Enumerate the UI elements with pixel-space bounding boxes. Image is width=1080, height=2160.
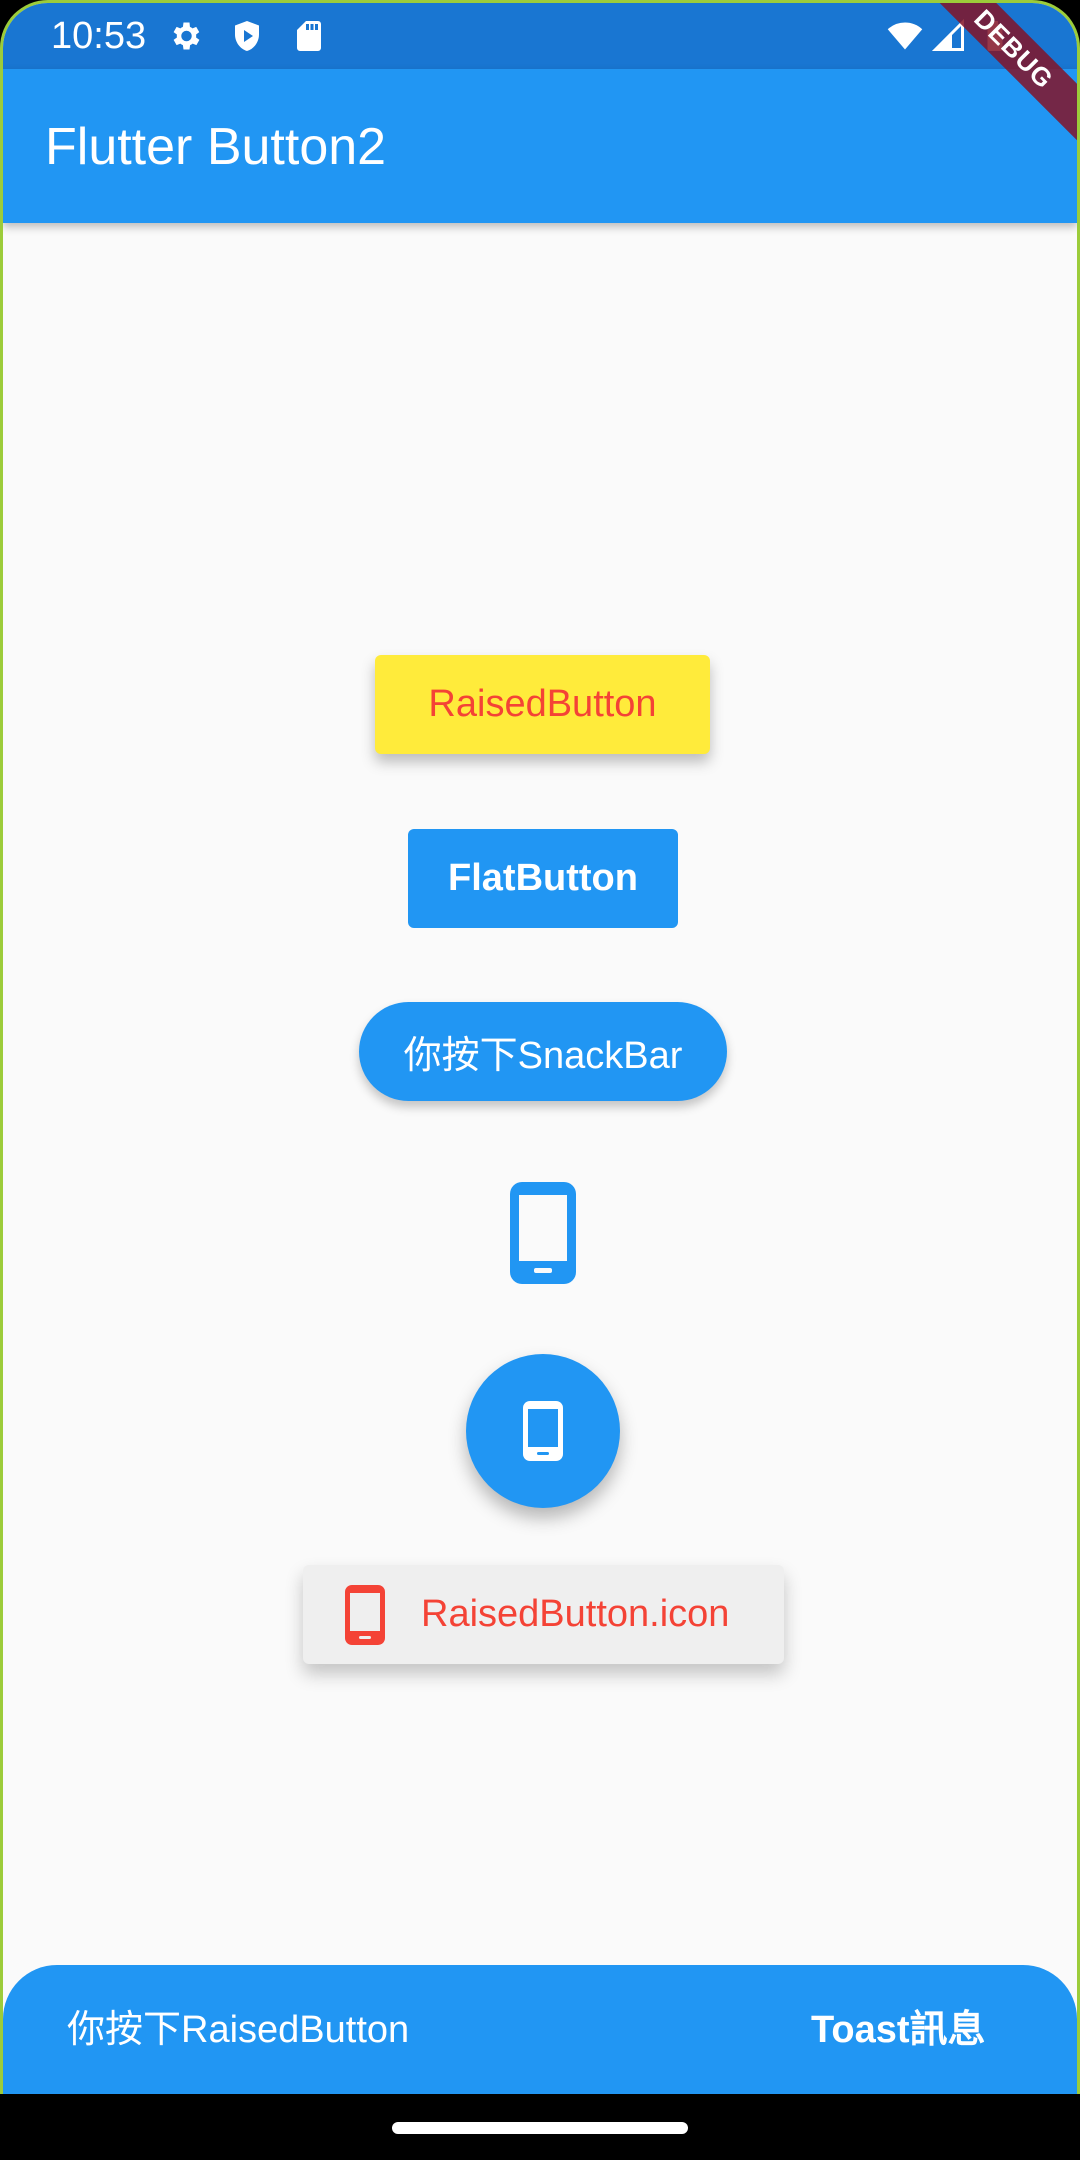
raised-button-label: RaisedButton (428, 683, 657, 725)
wifi-icon (887, 22, 923, 50)
phone-icon (345, 1584, 385, 1645)
raised-button[interactable]: RaisedButton (375, 655, 710, 754)
shield-play-icon (235, 21, 259, 51)
page-title: Flutter Button2 (45, 118, 387, 176)
app-bar: Flutter Button2 (3, 69, 1077, 223)
gear-icon (173, 22, 200, 50)
status-time: 10:53 (51, 15, 147, 57)
status-bar: 10:53 (3, 3, 1077, 69)
snackbar-message: 你按下RaisedButton (67, 2009, 410, 2051)
home-indicator[interactable] (392, 2122, 688, 2134)
phone-icon-button[interactable] (493, 1173, 593, 1293)
app-screen: 10:53 Flutter Button2 DEBUG RaisedButton… (0, 0, 1080, 2094)
snackbar-button-label: 你按下SnackBar (403, 1035, 683, 1077)
raised-icon-button-label: RaisedButton.icon (421, 1593, 730, 1635)
snackbar-action-button[interactable]: Toast訊息 (811, 2007, 986, 2053)
phone-icon (523, 1401, 563, 1461)
phone-icon (510, 1182, 576, 1284)
device-frame: 10:53 Flutter Button2 DEBUG RaisedButton… (0, 0, 1080, 2160)
flat-button[interactable]: FlatButton (408, 829, 678, 928)
snackbar: 你按下RaisedButton Toast訊息 (3, 1965, 1077, 2094)
navigation-bar (0, 2094, 1080, 2160)
snackbar-button[interactable]: 你按下SnackBar (359, 1002, 727, 1101)
floating-action-button[interactable] (466, 1354, 620, 1508)
flat-button-label: FlatButton (448, 857, 638, 899)
sd-card-icon (297, 21, 321, 51)
raised-icon-button[interactable]: RaisedButton.icon (303, 1565, 784, 1664)
